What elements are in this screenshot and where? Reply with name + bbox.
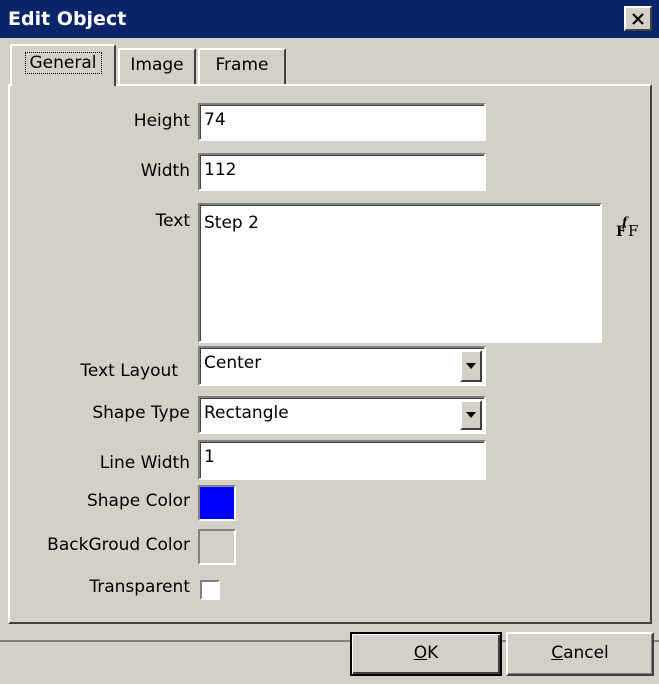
shape-type-select[interactable]: Rectangle: [198, 396, 486, 434]
chevron-down-icon: [466, 412, 476, 418]
shape-type-value: Rectangle: [204, 403, 289, 423]
tab-general[interactable]: General: [10, 44, 116, 86]
cancel-button[interactable]: Cancel: [506, 632, 654, 676]
tab-frame[interactable]: Frame: [198, 48, 286, 84]
text-layout-select[interactable]: Center: [198, 346, 486, 386]
background-color-swatch[interactable]: [198, 529, 236, 565]
close-button[interactable]: [624, 6, 652, 31]
close-icon: [632, 12, 644, 25]
ok-button[interactable]: OK: [350, 632, 502, 676]
svg-text:F: F: [628, 222, 638, 240]
text-layout-value: Center: [204, 353, 262, 373]
height-label: Height: [133, 111, 190, 131]
text-layout-dropdown-button[interactable]: [460, 350, 482, 382]
text-layout-label: Text Layout: [80, 361, 178, 381]
tab-image-label: Image: [130, 55, 184, 75]
height-input[interactable]: 74: [198, 103, 486, 141]
cancel-button-mnemonic: C: [551, 643, 564, 663]
tab-general-label: General: [24, 52, 102, 74]
shape-type-dropdown-button[interactable]: [460, 400, 482, 430]
tab-image[interactable]: Image: [118, 48, 196, 84]
window-title: Edit Object: [8, 8, 127, 30]
transparent-checkbox[interactable]: [200, 580, 220, 600]
transparent-label: Transparent: [89, 577, 190, 597]
chevron-down-icon: [466, 363, 476, 369]
shape-type-label: Shape Type: [92, 403, 190, 423]
line-width-input[interactable]: 1: [198, 440, 486, 480]
tab-frame-label: Frame: [215, 55, 269, 75]
width-label: Width: [140, 161, 190, 181]
ok-button-mnemonic: O: [413, 643, 428, 663]
ok-button-label-rest: K: [427, 643, 439, 663]
line-width-label: Line Width: [99, 453, 190, 473]
text-label: Text: [155, 211, 190, 231]
background-color-label: BackGroud Color: [47, 535, 190, 555]
shape-color-swatch[interactable]: [198, 485, 236, 521]
text-textarea[interactable]: Step 2: [198, 203, 602, 343]
shape-color-label: Shape Color: [86, 491, 190, 511]
font-icon[interactable]: F f F: [614, 214, 644, 240]
width-input[interactable]: 112: [198, 153, 486, 191]
title-bar[interactable]: Edit Object: [0, 0, 659, 38]
cancel-button-label-rest: ancel: [563, 643, 609, 663]
